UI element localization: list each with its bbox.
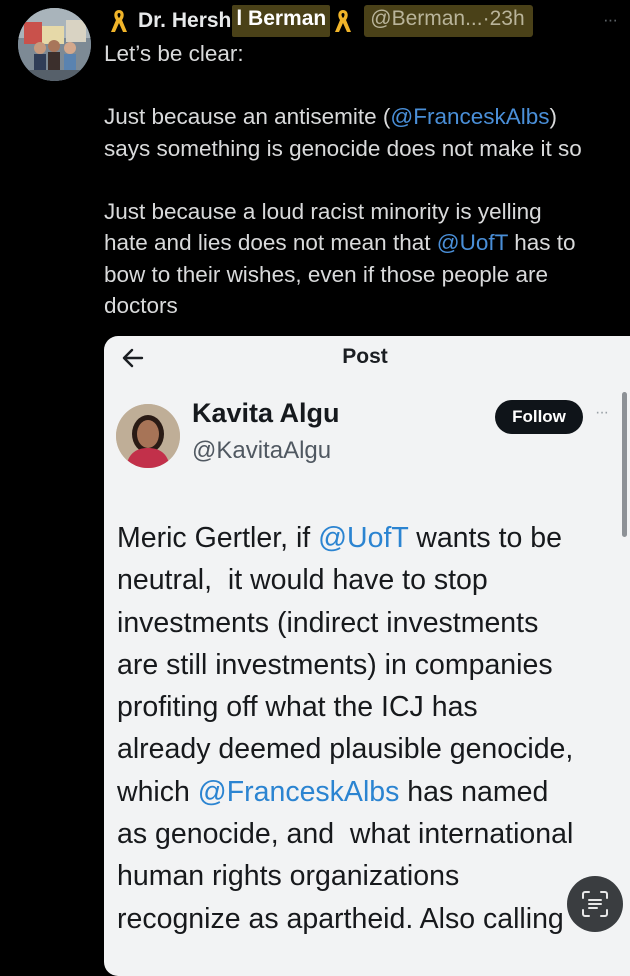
- author-name[interactable]: Dr. Hersh: [138, 9, 231, 33]
- yellow-ribbon-icon: [335, 10, 352, 32]
- more-options-icon[interactable]: ···: [603, 10, 618, 30]
- tweet-text-segment: Just because an antisemite (: [104, 104, 391, 129]
- yellow-ribbon-icon: [111, 10, 127, 32]
- quoted-text-segment: Meric Gertler, if: [117, 522, 319, 554]
- more-options-icon[interactable]: ···: [595, 404, 609, 422]
- quoted-author-avatar[interactable]: [116, 404, 180, 468]
- mention-link[interactable]: @UofT: [318, 522, 408, 554]
- tweet-text: Let’s be clear: Just because an antisemi…: [104, 38, 630, 322]
- tweet-header: Dr. Hersh l Berman @Berman...·23h: [108, 3, 533, 39]
- quoted-post-text: Meric Gertler, if @UofT wants to be neut…: [117, 517, 630, 940]
- mention-link[interactable]: @FranceskAlbs: [390, 104, 549, 129]
- tweet-text-line: Let’s be clear:: [104, 41, 244, 66]
- quoted-author-handle[interactable]: @KavitaAlgu: [192, 437, 331, 465]
- author-name-highlight[interactable]: l Berman: [232, 5, 331, 37]
- author-avatar[interactable]: [18, 8, 91, 81]
- tweet: Dr. Hersh l Berman @Berman...·23h ··· Let…: [0, 0, 630, 976]
- mention-link[interactable]: @UofT: [437, 230, 508, 255]
- lens-scan-icon[interactable]: [567, 876, 623, 932]
- mention-link[interactable]: @FranceskAlbs: [198, 776, 400, 808]
- page-title: Post: [342, 345, 388, 368]
- quoted-author-name[interactable]: Kavita Algu: [192, 398, 340, 429]
- quoted-top-bar: Post: [104, 336, 630, 382]
- scrollbar[interactable]: [622, 392, 627, 537]
- author-handle-and-time[interactable]: @Berman...·23h: [364, 5, 533, 37]
- follow-button[interactable]: Follow: [495, 400, 583, 434]
- quoted-text-segment: wants to be neutral, it would have to st…: [117, 522, 574, 808]
